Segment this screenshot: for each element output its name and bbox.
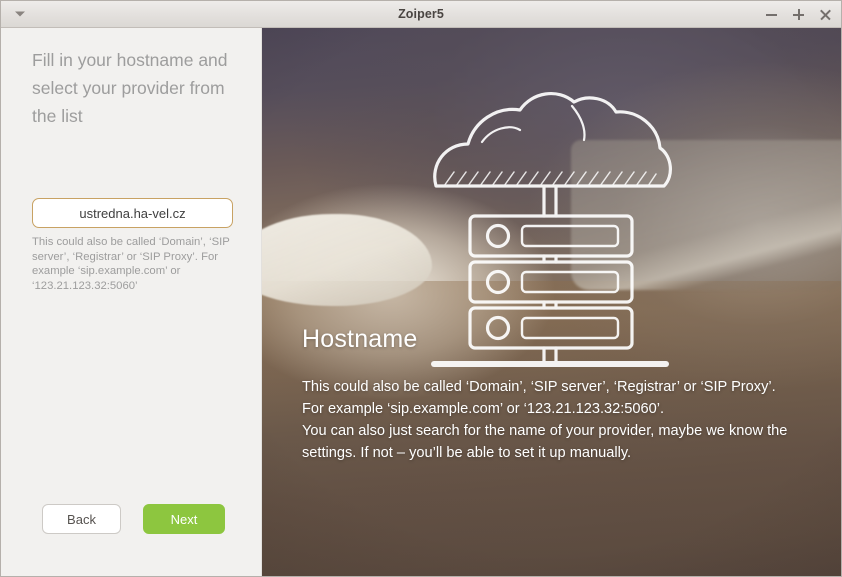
- chevron-down-icon[interactable]: [15, 12, 25, 17]
- wizard-button-row: Back Next: [42, 504, 225, 534]
- zoiper-main-window: Zoiper5 Fill in your hostname and select…: [0, 0, 842, 577]
- back-button[interactable]: Back: [42, 504, 121, 534]
- window-title: Zoiper5: [398, 7, 444, 21]
- window-controls: [765, 1, 832, 28]
- hero-paragraph-1: This could also be called ‘Domain’, ‘SIP…: [302, 376, 799, 420]
- wizard-sidebar: Fill in your hostname and select your pr…: [1, 28, 262, 577]
- close-icon[interactable]: [819, 8, 832, 21]
- window-titlebar: Zoiper5: [1, 1, 841, 28]
- hero-title: Hostname: [302, 324, 799, 354]
- wizard-heading: Fill in your hostname and select your pr…: [32, 46, 244, 130]
- next-button[interactable]: Next: [143, 504, 225, 534]
- window-content: Fill in your hostname and select your pr…: [1, 28, 841, 577]
- hero-panel: Hostname This could also be called ‘Doma…: [262, 28, 841, 577]
- maximize-icon[interactable]: [792, 8, 805, 21]
- hero-text-block: Hostname This could also be called ‘Doma…: [302, 324, 799, 464]
- minimize-icon[interactable]: [765, 8, 778, 21]
- hostname-input[interactable]: [32, 198, 233, 228]
- hero-paragraph-2: You can also just search for the name of…: [302, 420, 799, 464]
- hostname-hint-text: This could also be called ‘Domain’, ‘SIP…: [32, 235, 242, 293]
